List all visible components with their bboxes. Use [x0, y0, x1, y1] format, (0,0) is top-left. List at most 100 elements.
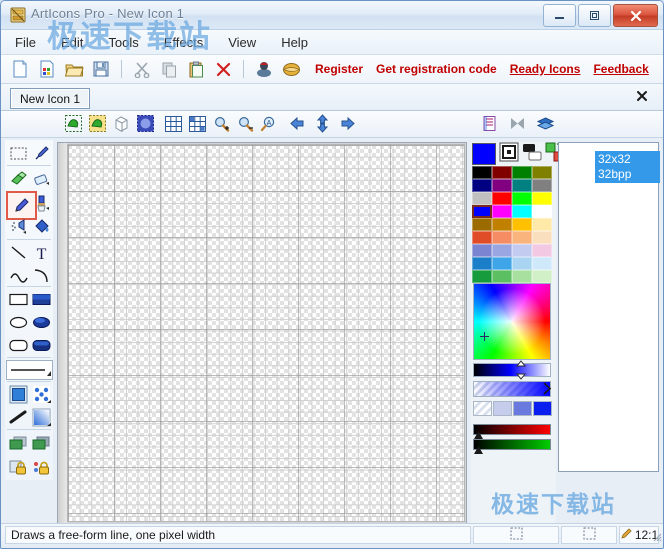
color-swatch[interactable] [532, 257, 552, 270]
menu-edit[interactable]: Edit [59, 34, 85, 51]
color-wheel[interactable] [473, 283, 551, 360]
open-folder-icon[interactable] [63, 58, 85, 80]
color-swatch[interactable] [472, 244, 492, 257]
color-swatch[interactable] [472, 192, 492, 205]
color-swatch[interactable] [532, 166, 552, 179]
feedback-link[interactable]: Feedback [593, 62, 648, 76]
brightness-slider[interactable] [473, 363, 551, 377]
color-swatch[interactable] [512, 270, 532, 283]
image-select-all-icon[interactable] [87, 113, 108, 134]
fill-bucket-tool[interactable] [30, 216, 53, 237]
brush-tool[interactable] [30, 193, 53, 214]
line-tool[interactable] [7, 242, 30, 263]
zoom-out-icon[interactable] [235, 113, 256, 134]
alpha-slider[interactable] [473, 381, 551, 397]
alpha-preset-cell[interactable] [513, 401, 532, 416]
color-swatch[interactable] [512, 218, 532, 231]
alpha-preset-cell[interactable] [493, 401, 512, 416]
get-registration-code-button[interactable]: Get registration code [376, 62, 497, 76]
color-swatch[interactable] [492, 231, 512, 244]
color-swatch[interactable] [532, 244, 552, 257]
gradient-line-tool[interactable] [7, 407, 30, 428]
color-swatch[interactable] [492, 218, 512, 231]
save-disk-icon[interactable] [90, 58, 112, 80]
color-swatch[interactable] [492, 166, 512, 179]
fill-style-tool[interactable] [7, 384, 30, 405]
image-select-icon[interactable] [63, 113, 84, 134]
filled-rectangle-tool[interactable] [30, 289, 53, 310]
airbrush-tool[interactable] [7, 216, 30, 237]
minimize-button[interactable] [543, 4, 576, 27]
gradient-fill-tool[interactable] [30, 407, 53, 428]
color-swatch[interactable] [472, 218, 492, 231]
green-channel-handle[interactable] [473, 444, 484, 458]
eyedropper-tool[interactable] [30, 143, 53, 164]
zoom-actual-icon[interactable]: A [259, 113, 280, 134]
filled-rounded-rect-tool[interactable] [30, 335, 53, 356]
red-channel-slider[interactable] [473, 424, 551, 435]
curve-tool[interactable] [7, 265, 30, 286]
paste-clipboard-icon[interactable] [185, 58, 207, 80]
menu-help[interactable]: Help [279, 34, 310, 51]
wireframe-cube-icon[interactable] [111, 113, 132, 134]
menu-file[interactable]: File [13, 34, 38, 51]
alpha-slider-handle[interactable] [543, 380, 553, 401]
line-width-selector[interactable] [6, 360, 53, 380]
color-swatch[interactable] [512, 179, 532, 192]
alpha-preset-cell[interactable] [473, 401, 492, 416]
shadow-gray-tool[interactable] [30, 432, 53, 453]
color-swatch[interactable] [532, 192, 552, 205]
blur-icon[interactable] [135, 113, 156, 134]
maximize-button[interactable] [578, 4, 611, 27]
layers-icon[interactable] [535, 113, 556, 134]
color-swatch[interactable] [492, 192, 512, 205]
new-image-icon[interactable] [36, 58, 58, 80]
text-tool[interactable]: T [30, 242, 53, 263]
menu-view[interactable]: View [226, 34, 258, 51]
color-swatch[interactable] [512, 244, 532, 257]
zoom-in-icon[interactable] [211, 113, 232, 134]
pattern-tool[interactable] [30, 384, 53, 405]
fg-bg-color-icon[interactable] [522, 142, 542, 165]
color-swatch[interactable] [472, 205, 492, 218]
color-swatch[interactable] [492, 270, 512, 283]
lock-color-tool[interactable] [30, 455, 53, 476]
color-swatch[interactable] [532, 205, 552, 218]
filled-ellipse-tool[interactable] [30, 312, 53, 333]
foreground-color-swatch[interactable] [472, 142, 496, 165]
color-swatch[interactable] [472, 179, 492, 192]
arrow-left-icon[interactable] [287, 113, 308, 134]
transparency-icon[interactable] [507, 113, 528, 134]
color-swatch[interactable] [492, 244, 512, 257]
lock-tool[interactable] [7, 455, 30, 476]
color-swatch[interactable] [472, 257, 492, 270]
explorer-icon[interactable] [253, 58, 275, 80]
resize-grip[interactable] [650, 530, 662, 545]
color-target-icon[interactable] [499, 142, 519, 165]
eraser-block-tool[interactable] [30, 168, 53, 189]
menu-tools[interactable]: Tools [106, 34, 140, 51]
arc-tool[interactable] [30, 265, 53, 286]
ellipse-tool[interactable] [7, 312, 30, 333]
color-swatch[interactable] [472, 231, 492, 244]
grid-pixel-icon[interactable] [187, 113, 208, 134]
color-swatch[interactable] [512, 166, 532, 179]
color-swatch[interactable] [492, 179, 512, 192]
register-button[interactable]: Register [315, 62, 363, 76]
tab-close-icon[interactable] [635, 89, 649, 103]
book-icon[interactable] [280, 58, 302, 80]
color-swatch[interactable] [492, 205, 512, 218]
color-swatch[interactable] [532, 218, 552, 231]
shadow-tool[interactable] [7, 432, 30, 453]
copy-icon[interactable] [158, 58, 180, 80]
alpha-preset-cell[interactable] [533, 401, 552, 416]
cut-scissors-icon[interactable] [131, 58, 153, 80]
color-swatch[interactable] [492, 257, 512, 270]
color-swatch[interactable] [532, 179, 552, 192]
rect-select-tool[interactable] [7, 143, 30, 164]
list-item[interactable]: 32x32 32bpp [595, 151, 660, 183]
rounded-rect-tool[interactable] [7, 335, 30, 356]
color-swatch[interactable] [532, 270, 552, 283]
grid-icon[interactable] [163, 113, 184, 134]
tab-new-icon-1[interactable]: New Icon 1 [10, 88, 91, 109]
